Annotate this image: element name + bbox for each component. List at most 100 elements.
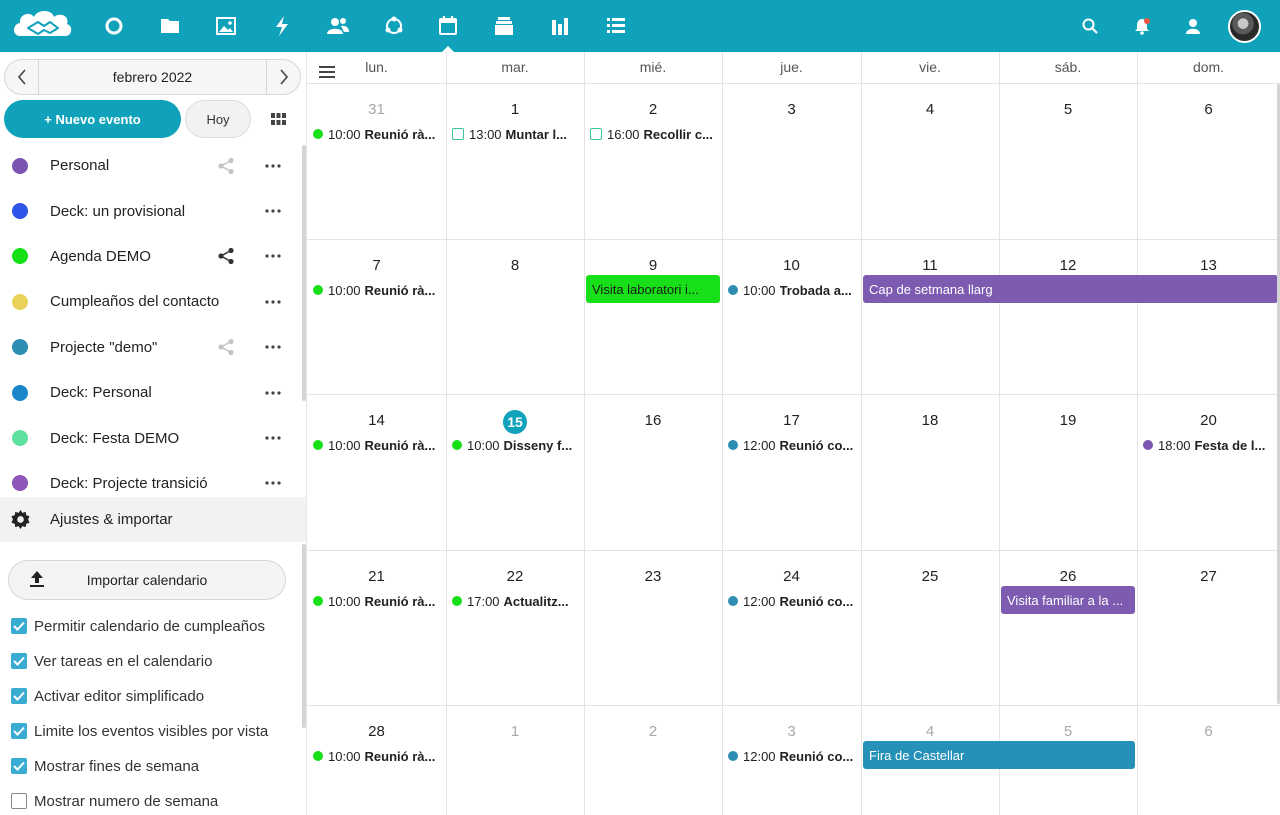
day-number[interactable]: 4 bbox=[910, 101, 950, 118]
sidebar-scrollbar[interactable] bbox=[302, 145, 306, 401]
today-button[interactable]: Hoy bbox=[185, 100, 251, 138]
calendar-color-dot[interactable] bbox=[12, 248, 28, 265]
activity-app-icon[interactable] bbox=[254, 0, 310, 52]
notifications-bell-icon[interactable] bbox=[1122, 0, 1162, 52]
day-number[interactable]: 23 bbox=[633, 568, 673, 585]
event-item[interactable]: 12:00 Reunió co... bbox=[728, 592, 857, 610]
circles-app-icon[interactable] bbox=[366, 0, 422, 52]
day-number[interactable]: 27 bbox=[1189, 568, 1229, 585]
more-options-icon[interactable] bbox=[262, 382, 284, 404]
view-grid-icon[interactable] bbox=[264, 108, 292, 130]
settings-option[interactable]: Ver tareas en el calendario bbox=[11, 649, 212, 673]
calendar-item[interactable]: Deck: un provisional bbox=[0, 188, 300, 233]
analytics-app-icon[interactable] bbox=[532, 0, 588, 52]
day-number[interactable]: 19 bbox=[1048, 412, 1088, 429]
settings-option[interactable]: Limite los eventos visibles por vista bbox=[11, 719, 268, 743]
day-number[interactable]: 12 bbox=[1048, 257, 1088, 274]
day-number[interactable]: 6 bbox=[1189, 101, 1229, 118]
calendar-color-dot[interactable] bbox=[12, 475, 28, 492]
day-number[interactable]: 4 bbox=[910, 723, 950, 740]
checkbox-checked[interactable] bbox=[11, 653, 27, 669]
settings-scrollbar[interactable] bbox=[302, 544, 306, 728]
photos-app-icon[interactable] bbox=[198, 0, 254, 52]
calendar-color-dot[interactable] bbox=[12, 339, 28, 356]
day-number[interactable]: 21 bbox=[357, 568, 397, 585]
settings-option[interactable]: Permitir calendario de cumpleaños bbox=[11, 614, 265, 638]
calendar-color-dot[interactable] bbox=[12, 293, 28, 310]
day-number[interactable]: 5 bbox=[1048, 101, 1088, 118]
day-number[interactable]: 7 bbox=[357, 257, 397, 274]
event-item[interactable]: 10:00 Disseny f... bbox=[452, 436, 580, 454]
nextcloud-logo-icon[interactable] bbox=[10, 6, 74, 46]
event-item[interactable]: 10:00 Trobada a... bbox=[728, 281, 857, 299]
day-number[interactable]: 10 bbox=[772, 257, 812, 274]
files-app-icon[interactable] bbox=[142, 0, 198, 52]
day-number[interactable]: 16 bbox=[633, 412, 673, 429]
all-day-event[interactable]: Visita laboratori i... bbox=[586, 275, 720, 303]
share-icon[interactable] bbox=[215, 155, 237, 177]
event-item[interactable]: 10:00 Reunió rà... bbox=[313, 281, 442, 299]
today-date-number[interactable]: 15 bbox=[503, 410, 527, 434]
deck-app-icon[interactable] bbox=[476, 0, 532, 52]
more-options-icon[interactable] bbox=[262, 245, 284, 267]
more-options-icon[interactable] bbox=[262, 200, 284, 222]
calendar-item[interactable]: Deck: Festa DEMO bbox=[0, 415, 300, 460]
day-number[interactable]: 25 bbox=[910, 568, 950, 585]
event-item[interactable]: 10:00 Reunió rà... bbox=[313, 125, 442, 143]
day-number[interactable]: 22 bbox=[495, 568, 535, 585]
day-number[interactable]: 3 bbox=[772, 723, 812, 740]
task-item[interactable]: 13:00 Muntar l... bbox=[452, 125, 580, 143]
calendar-item[interactable]: Projecte "demo" bbox=[0, 325, 300, 370]
task-item[interactable]: 16:00 Recollir c... bbox=[590, 125, 718, 143]
checkbox-checked[interactable] bbox=[11, 688, 27, 704]
day-number[interactable]: 14 bbox=[357, 412, 397, 429]
event-item[interactable]: 17:00 Actualitz... bbox=[452, 592, 580, 610]
more-options-icon[interactable] bbox=[262, 155, 284, 177]
day-number[interactable]: 17 bbox=[772, 412, 812, 429]
all-day-event[interactable]: Cap de setmana llarg bbox=[863, 275, 1278, 303]
calendar-color-dot[interactable] bbox=[12, 430, 28, 447]
all-day-event[interactable]: Visita familiar a la ... bbox=[1001, 586, 1135, 614]
calendar-color-dot[interactable] bbox=[12, 384, 28, 401]
day-number[interactable]: 20 bbox=[1189, 412, 1229, 429]
day-number[interactable]: 3 bbox=[772, 101, 812, 118]
new-event-button[interactable]: + Nuevo evento bbox=[4, 100, 181, 138]
day-number[interactable]: 9 bbox=[633, 257, 673, 274]
more-options-icon[interactable] bbox=[262, 291, 284, 313]
day-number[interactable]: 31 bbox=[357, 101, 397, 118]
day-number[interactable]: 1 bbox=[495, 723, 535, 740]
checkbox-checked[interactable] bbox=[11, 723, 27, 739]
checkbox-checked[interactable] bbox=[11, 618, 27, 634]
more-options-icon[interactable] bbox=[262, 427, 284, 449]
calendar-item[interactable]: Agenda DEMO bbox=[0, 234, 300, 279]
all-day-event[interactable]: Fira de Castellar bbox=[863, 741, 1135, 769]
day-number[interactable]: 13 bbox=[1189, 257, 1229, 274]
tasks-app-icon[interactable] bbox=[588, 0, 644, 52]
calendar-color-dot[interactable] bbox=[12, 157, 28, 174]
contacts-app-icon[interactable] bbox=[310, 0, 366, 52]
event-item[interactable]: 10:00 Reunió rà... bbox=[313, 592, 442, 610]
more-options-icon[interactable] bbox=[262, 472, 284, 494]
more-options-icon[interactable] bbox=[262, 336, 284, 358]
day-number[interactable]: 2 bbox=[633, 101, 673, 118]
calendar-color-dot[interactable] bbox=[12, 203, 28, 220]
day-number[interactable]: 1 bbox=[495, 101, 535, 118]
settings-import-toggle[interactable]: Ajustes & importar bbox=[0, 497, 306, 542]
share-icon[interactable] bbox=[215, 336, 237, 358]
calendar-item[interactable]: Personal bbox=[0, 143, 300, 188]
search-icon[interactable] bbox=[1070, 0, 1110, 52]
day-number[interactable]: 18 bbox=[910, 412, 950, 429]
day-number[interactable]: 24 bbox=[772, 568, 812, 585]
event-item[interactable]: 12:00 Reunió co... bbox=[728, 747, 857, 765]
day-number[interactable]: 6 bbox=[1189, 723, 1229, 740]
event-item[interactable]: 10:00 Reunió rà... bbox=[313, 747, 442, 765]
settings-option[interactable]: Mostrar fines de semana bbox=[11, 754, 199, 778]
import-calendar-button[interactable]: Importar calendario bbox=[8, 560, 286, 600]
checkbox-checked[interactable] bbox=[11, 758, 27, 774]
day-number[interactable]: 28 bbox=[357, 723, 397, 740]
settings-option[interactable]: Mostrar numero de semana bbox=[11, 789, 218, 813]
event-item[interactable]: 18:00 Festa de l... bbox=[1143, 436, 1276, 454]
calendar-app-icon[interactable] bbox=[420, 0, 476, 52]
share-icon[interactable] bbox=[215, 245, 237, 267]
calendar-item[interactable]: Cumpleaños del contacto bbox=[0, 279, 300, 324]
